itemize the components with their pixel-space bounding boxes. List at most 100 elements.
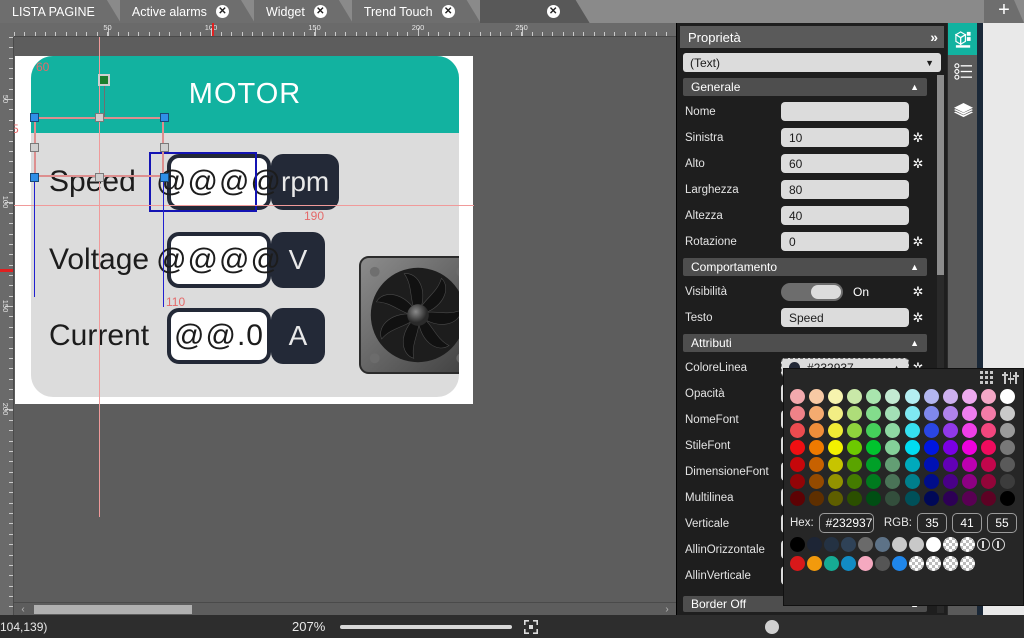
color-swatch[interactable] xyxy=(828,389,844,404)
visibility-toggle[interactable] xyxy=(781,282,843,301)
tab-close-icon[interactable]: ✕ xyxy=(314,5,327,18)
recent-color-swatch[interactable] xyxy=(807,556,822,571)
chevron-up-icon[interactable]: ▲ xyxy=(910,262,919,272)
recent-color-swatch[interactable] xyxy=(943,556,958,571)
color-swatch[interactable] xyxy=(942,406,958,421)
color-swatch[interactable] xyxy=(866,457,882,472)
sliders-icon[interactable] xyxy=(1002,371,1019,384)
resize-handle-e[interactable] xyxy=(160,143,169,152)
recent-color-swatch[interactable] xyxy=(960,556,975,571)
recent-colors-row-1[interactable] xyxy=(784,533,1023,552)
color-swatch[interactable] xyxy=(885,457,901,472)
tab-close-icon[interactable]: ✕ xyxy=(442,5,455,18)
color-swatch[interactable] xyxy=(809,389,825,404)
color-swatch[interactable] xyxy=(961,389,977,404)
rgb-g-input[interactable]: 41 xyxy=(952,513,982,533)
color-swatch[interactable] xyxy=(885,474,901,489)
gear-icon[interactable]: ✲ xyxy=(909,284,927,300)
color-swatch[interactable] xyxy=(828,423,844,438)
color-swatch[interactable] xyxy=(961,491,977,506)
color-swatch[interactable] xyxy=(999,457,1015,472)
color-swatch[interactable] xyxy=(866,389,882,404)
color-swatch[interactable] xyxy=(904,406,920,421)
chevron-up-icon[interactable]: ▲ xyxy=(910,338,919,348)
color-swatch[interactable] xyxy=(809,406,825,421)
recent-color-swatch[interactable] xyxy=(909,556,924,571)
color-swatch[interactable] xyxy=(961,423,977,438)
recent-color-swatch[interactable] xyxy=(841,537,856,552)
object-type-selector[interactable]: (Text) ▼ xyxy=(683,53,941,72)
gear-icon[interactable]: ✲ xyxy=(909,130,927,146)
color-swatch[interactable] xyxy=(790,457,805,472)
resize-handle-se[interactable] xyxy=(160,173,169,182)
resize-handle-nw[interactable] xyxy=(30,113,39,122)
recent-color-swatch[interactable] xyxy=(824,556,839,571)
add-tab-button[interactable]: + xyxy=(984,0,1024,23)
canvas-viewport[interactable]: MOTOR Speed rpm @@@@ Voltage V @@@@ Curr… xyxy=(14,37,676,602)
chevron-up-icon[interactable]: ▲ xyxy=(910,82,919,92)
color-swatch[interactable] xyxy=(999,474,1015,489)
row-value-current[interactable]: @@.0 xyxy=(167,308,271,364)
tab-close-icon[interactable]: ✕ xyxy=(216,5,229,18)
canvas-horizontal-scrollbar[interactable]: ‹ › xyxy=(14,602,676,615)
property-input-rotazione[interactable]: 0 xyxy=(781,232,909,251)
color-swatch[interactable] xyxy=(999,406,1015,421)
color-swatch[interactable] xyxy=(790,423,805,438)
property-input-altezza[interactable]: 40 xyxy=(781,206,909,225)
row-label-current[interactable]: Current xyxy=(49,319,167,353)
resize-handle-sw[interactable] xyxy=(30,173,39,182)
tab-close-icon[interactable]: ✕ xyxy=(547,5,560,18)
color-swatch[interactable] xyxy=(885,440,901,455)
design-page[interactable]: MOTOR Speed rpm @@@@ Voltage V @@@@ Curr… xyxy=(15,56,473,404)
color-swatch[interactable] xyxy=(885,491,901,506)
color-swatch[interactable] xyxy=(904,474,920,489)
recent-color-swatch[interactable] xyxy=(875,537,890,552)
color-swatch[interactable] xyxy=(942,440,958,455)
zoom-slider-knob[interactable] xyxy=(765,619,779,634)
opacity-icon[interactable] xyxy=(977,538,990,551)
gear-icon[interactable]: ✲ xyxy=(909,234,927,250)
row-label-voltage[interactable]: Voltage xyxy=(49,243,167,277)
color-swatch[interactable] xyxy=(847,474,863,489)
color-swatch[interactable] xyxy=(961,457,977,472)
color-swatch-grid[interactable] xyxy=(784,386,1023,506)
color-swatch[interactable] xyxy=(904,440,920,455)
color-swatch[interactable] xyxy=(961,474,977,489)
hex-input[interactable]: #232937 xyxy=(818,513,874,533)
color-swatch[interactable] xyxy=(942,457,958,472)
row-unit-current[interactable]: A xyxy=(271,308,325,364)
rail-item-layers[interactable] xyxy=(948,95,978,127)
resize-handle-s[interactable] xyxy=(95,173,104,182)
color-swatch[interactable] xyxy=(980,474,996,489)
color-swatch[interactable] xyxy=(866,474,882,489)
color-swatch[interactable] xyxy=(847,423,863,438)
rail-item-widgets[interactable] xyxy=(948,23,978,55)
color-swatch[interactable] xyxy=(847,406,863,421)
color-swatch[interactable] xyxy=(923,474,939,489)
color-swatch[interactable] xyxy=(923,457,939,472)
color-swatch[interactable] xyxy=(942,423,958,438)
recent-colors-row-2[interactable] xyxy=(784,552,1023,571)
properties-scroll-thumb[interactable] xyxy=(937,75,944,275)
tab-active-alarms[interactable]: Active alarms ✕ xyxy=(120,0,255,23)
recent-color-swatch[interactable] xyxy=(858,537,873,552)
color-swatch[interactable] xyxy=(942,474,958,489)
color-swatch[interactable] xyxy=(885,389,901,404)
section-attributi[interactable]: Attributi ▲ xyxy=(683,334,927,352)
color-swatch[interactable] xyxy=(980,389,996,404)
color-swatch[interactable] xyxy=(790,389,805,404)
resize-handle-n[interactable] xyxy=(95,113,104,122)
recent-color-swatch[interactable] xyxy=(841,556,856,571)
collapse-panel-icon[interactable]: » xyxy=(930,29,938,45)
zoom-slider[interactable] xyxy=(340,619,779,634)
recent-color-swatch[interactable] xyxy=(960,537,975,552)
recent-color-swatch[interactable] xyxy=(943,537,958,552)
section-generale[interactable]: Generale ▲ xyxy=(683,78,927,96)
grid-icon[interactable] xyxy=(980,371,993,384)
recent-color-swatch[interactable] xyxy=(858,556,873,571)
property-input-nome[interactable] xyxy=(781,102,909,121)
color-swatch[interactable] xyxy=(923,440,939,455)
rail-item-list[interactable] xyxy=(948,55,978,87)
color-swatch[interactable] xyxy=(999,440,1015,455)
color-swatch[interactable] xyxy=(809,474,825,489)
